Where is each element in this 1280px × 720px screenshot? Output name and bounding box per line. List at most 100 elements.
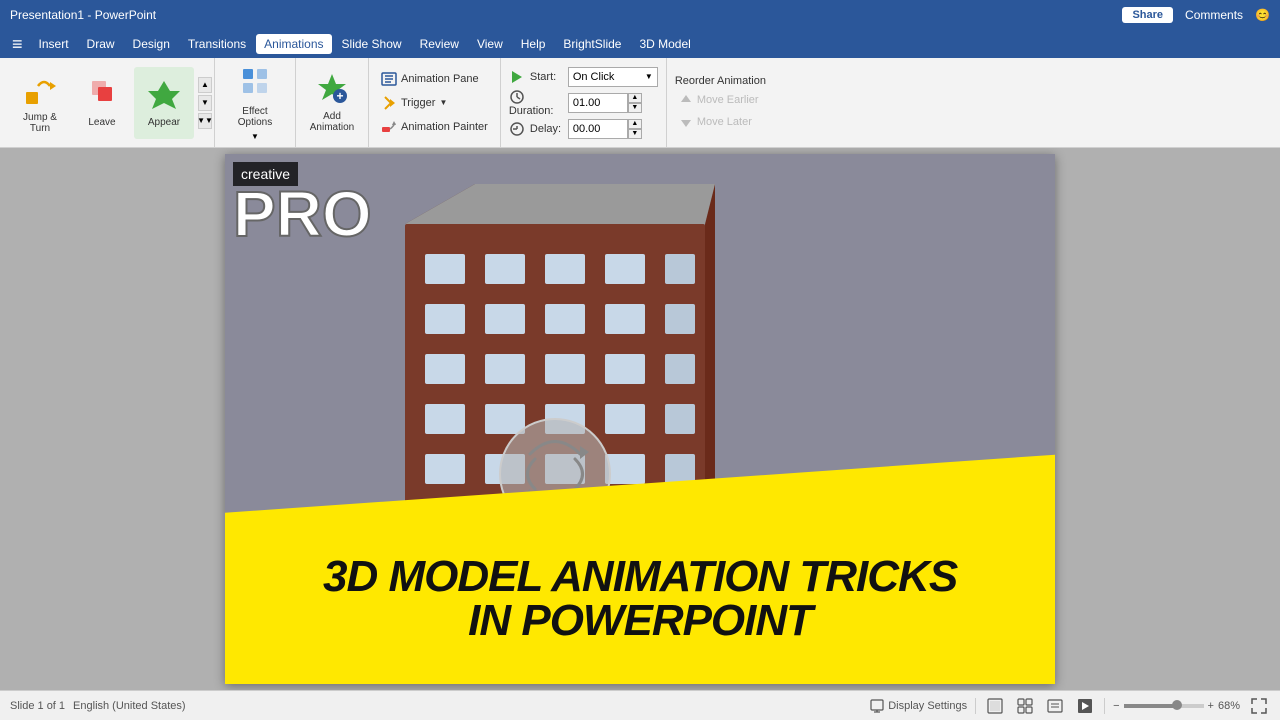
slide-info: Slide 1 of 1 bbox=[10, 700, 65, 712]
leave-label: Leave bbox=[88, 117, 115, 128]
effect-options-group: EffectOptions ▼ bbox=[215, 58, 296, 147]
fit-slide-button[interactable] bbox=[1248, 695, 1270, 717]
anim-appear[interactable]: Appear bbox=[134, 67, 194, 139]
start-dropdown[interactable]: On Click ▼ bbox=[568, 67, 658, 87]
menu-slideshow[interactable]: Slide Show bbox=[334, 34, 410, 54]
svg-text:+: + bbox=[336, 89, 343, 103]
dropdown-arrow: ▼ bbox=[645, 72, 653, 81]
scroll-up[interactable]: ▲ bbox=[198, 77, 212, 93]
logo: creative PRO bbox=[233, 162, 372, 244]
move-later-button[interactable]: Move Later bbox=[675, 113, 766, 131]
animation-pane-label: Animation Pane bbox=[401, 73, 479, 85]
add-animation-group: + AddAnimation bbox=[296, 58, 369, 147]
duration-down[interactable]: ▼ bbox=[628, 103, 642, 113]
move-earlier-icon bbox=[679, 93, 693, 107]
menu-bar: ≡ Insert Draw Design Transitions Animati… bbox=[0, 30, 1280, 58]
delay-row: Delay: 00.00 ▲ ▼ bbox=[509, 117, 658, 141]
trigger-label: Trigger bbox=[401, 97, 435, 109]
trigger-arrow: ▼ bbox=[439, 98, 447, 107]
add-animation-icon: + bbox=[316, 72, 348, 109]
advanced-animation-group: Animation Pane Trigger ▼ Animation Paint… bbox=[369, 58, 501, 147]
animation-pane-button[interactable]: Animation Pane bbox=[377, 68, 492, 90]
zoom-level[interactable]: 68% bbox=[1218, 700, 1240, 712]
add-animation-label: AddAnimation bbox=[310, 111, 354, 133]
effect-options-button[interactable]: EffectOptions ▼ bbox=[221, 67, 289, 139]
scroll-arrows: ▲ ▼ ▼▼ bbox=[198, 77, 212, 129]
menu-design[interactable]: Design bbox=[125, 34, 178, 54]
appear-label: Appear bbox=[148, 117, 180, 128]
delay-up[interactable]: ▲ bbox=[628, 119, 642, 129]
animation-painter-button[interactable]: Animation Painter bbox=[377, 116, 492, 138]
ribbon: Jump & Turn Leave Appea bbox=[0, 58, 1280, 148]
slide-container: creative PRO 3D MODEL ANIMATION TRICKS I… bbox=[225, 154, 1055, 684]
reading-view-button[interactable] bbox=[1044, 695, 1066, 717]
slide-sorter-button[interactable] bbox=[1014, 695, 1036, 717]
delay-input[interactable]: 00.00 bbox=[568, 119, 628, 139]
zoom-thumb[interactable] bbox=[1172, 700, 1182, 710]
start-row: Start: On Click ▼ bbox=[509, 65, 658, 89]
account-icon[interactable]: 😊 bbox=[1255, 8, 1270, 22]
title-bar-right: Share Comments 😊 bbox=[1122, 7, 1270, 23]
app-title: Presentation1 - PowerPoint bbox=[10, 8, 156, 22]
anim-leave[interactable]: Leave bbox=[72, 67, 132, 139]
add-animation-button[interactable]: + AddAnimation bbox=[302, 67, 362, 139]
reorder-group: Reorder Animation Move Earlier Move Late… bbox=[667, 58, 774, 147]
status-left: Slide 1 of 1 English (United States) bbox=[10, 700, 186, 712]
fit-slide-icon bbox=[1251, 698, 1267, 714]
appear-icon bbox=[146, 77, 182, 113]
anim-jump-turn[interactable]: Jump & Turn bbox=[10, 67, 70, 139]
menu-brightslide[interactable]: BrightSlide bbox=[555, 34, 629, 54]
animation-items: Jump & Turn Leave Appea bbox=[10, 67, 194, 139]
menu-insert[interactable]: Insert bbox=[31, 34, 77, 54]
scroll-more[interactable]: ▼▼ bbox=[198, 113, 212, 129]
timing-group: Start: On Click ▼ Duration: 01.00 bbox=[501, 58, 667, 147]
animation-painter-label: Animation Painter bbox=[401, 121, 488, 133]
leave-icon bbox=[84, 77, 120, 113]
status-bar: Slide 1 of 1 English (United States) Dis… bbox=[0, 690, 1280, 720]
delay-spinbox: ▲ ▼ bbox=[628, 119, 642, 139]
menu-draw[interactable]: Draw bbox=[79, 34, 123, 54]
move-earlier-button[interactable]: Move Earlier bbox=[675, 91, 766, 109]
display-settings-button[interactable]: Display Settings bbox=[870, 699, 967, 713]
menu-view[interactable]: View bbox=[469, 34, 511, 54]
reorder-title: Reorder Animation bbox=[675, 75, 766, 87]
slideshow-view-button[interactable] bbox=[1074, 695, 1096, 717]
jump-turn-icon bbox=[22, 72, 58, 108]
animations-group: Jump & Turn Leave Appea bbox=[4, 58, 215, 147]
duration-spinbox: ▲ ▼ bbox=[628, 93, 642, 113]
separator2 bbox=[1104, 698, 1105, 714]
slide-area[interactable]: creative PRO 3D MODEL ANIMATION TRICKS I… bbox=[0, 148, 1280, 690]
separator bbox=[975, 698, 976, 714]
start-label: Start: bbox=[509, 69, 564, 85]
menu-review[interactable]: Review bbox=[412, 34, 467, 54]
title-bar: Presentation1 - PowerPoint Share Comment… bbox=[0, 0, 1280, 30]
menu-file[interactable]: ≡ bbox=[6, 34, 29, 55]
slide-sorter-icon bbox=[1017, 698, 1033, 714]
share-button[interactable]: Share bbox=[1122, 7, 1173, 23]
menu-transitions[interactable]: Transitions bbox=[180, 34, 254, 54]
zoom-slider[interactable] bbox=[1124, 704, 1204, 708]
play-icon bbox=[509, 69, 525, 85]
normal-view-button[interactable] bbox=[984, 695, 1006, 717]
delay-icon bbox=[509, 121, 525, 137]
duration-input[interactable]: 01.00 bbox=[568, 93, 628, 113]
effect-options-arrow: ▼ bbox=[251, 132, 259, 141]
trigger-button[interactable]: Trigger ▼ bbox=[377, 92, 492, 114]
duration-up[interactable]: ▲ bbox=[628, 93, 642, 103]
comments-button[interactable]: Comments bbox=[1185, 8, 1243, 22]
zoom-out-button[interactable]: − bbox=[1113, 700, 1119, 712]
clock-icon bbox=[509, 89, 525, 105]
menu-help[interactable]: Help bbox=[513, 34, 554, 54]
main-content: creative PRO 3D MODEL ANIMATION TRICKS I… bbox=[0, 148, 1280, 690]
language-info: English (United States) bbox=[73, 700, 186, 712]
animation-painter-icon bbox=[381, 119, 397, 135]
scroll-down[interactable]: ▼ bbox=[198, 95, 212, 111]
menu-animations[interactable]: Animations bbox=[256, 34, 331, 54]
banner-line2: IN POWERPOINT bbox=[323, 599, 957, 643]
zoom-in-button[interactable]: + bbox=[1208, 700, 1214, 712]
reading-view-icon bbox=[1047, 698, 1063, 714]
duration-row: Duration: 01.00 ▲ ▼ bbox=[509, 91, 658, 115]
slideshow-icon bbox=[1077, 698, 1093, 714]
menu-3dmodel[interactable]: 3D Model bbox=[631, 34, 698, 54]
delay-down[interactable]: ▼ bbox=[628, 129, 642, 139]
